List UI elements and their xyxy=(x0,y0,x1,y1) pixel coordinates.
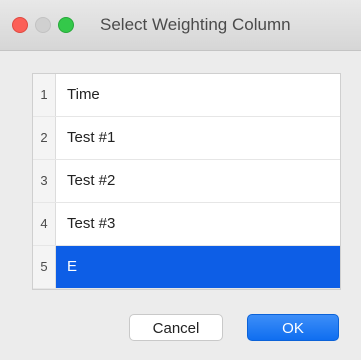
list-item[interactable]: 4 Test #3 xyxy=(33,203,340,246)
minimize-window-icon xyxy=(35,17,51,33)
list-item-selected[interactable]: 5 E xyxy=(33,246,340,289)
list-item[interactable]: 3 Test #2 xyxy=(33,160,340,203)
ok-button[interactable]: OK xyxy=(247,314,339,341)
column-name: E xyxy=(67,258,78,275)
title-bar: Select Weighting Column xyxy=(0,0,361,51)
column-name: Test #1 xyxy=(67,129,116,146)
list-item[interactable]: 1 Time xyxy=(33,74,340,117)
zoom-window-icon[interactable] xyxy=(58,17,74,33)
row-number: 4 xyxy=(33,203,56,245)
column-name: Test #3 xyxy=(67,215,116,232)
column-list[interactable]: 1 Time 2 Test #1 3 Test #2 4 Test #3 5 E xyxy=(32,73,341,290)
column-name: Test #2 xyxy=(67,172,116,189)
window-title: Select Weighting Column xyxy=(100,15,291,34)
column-name: Time xyxy=(67,86,100,103)
close-window-icon[interactable] xyxy=(12,17,28,33)
row-number: 1 xyxy=(33,74,56,116)
list-item[interactable]: 2 Test #1 xyxy=(33,117,340,160)
cancel-button[interactable]: Cancel xyxy=(129,314,223,341)
row-number: 5 xyxy=(33,246,56,288)
row-number: 3 xyxy=(33,160,56,202)
selection-highlight xyxy=(56,246,340,288)
row-number: 2 xyxy=(33,117,56,159)
